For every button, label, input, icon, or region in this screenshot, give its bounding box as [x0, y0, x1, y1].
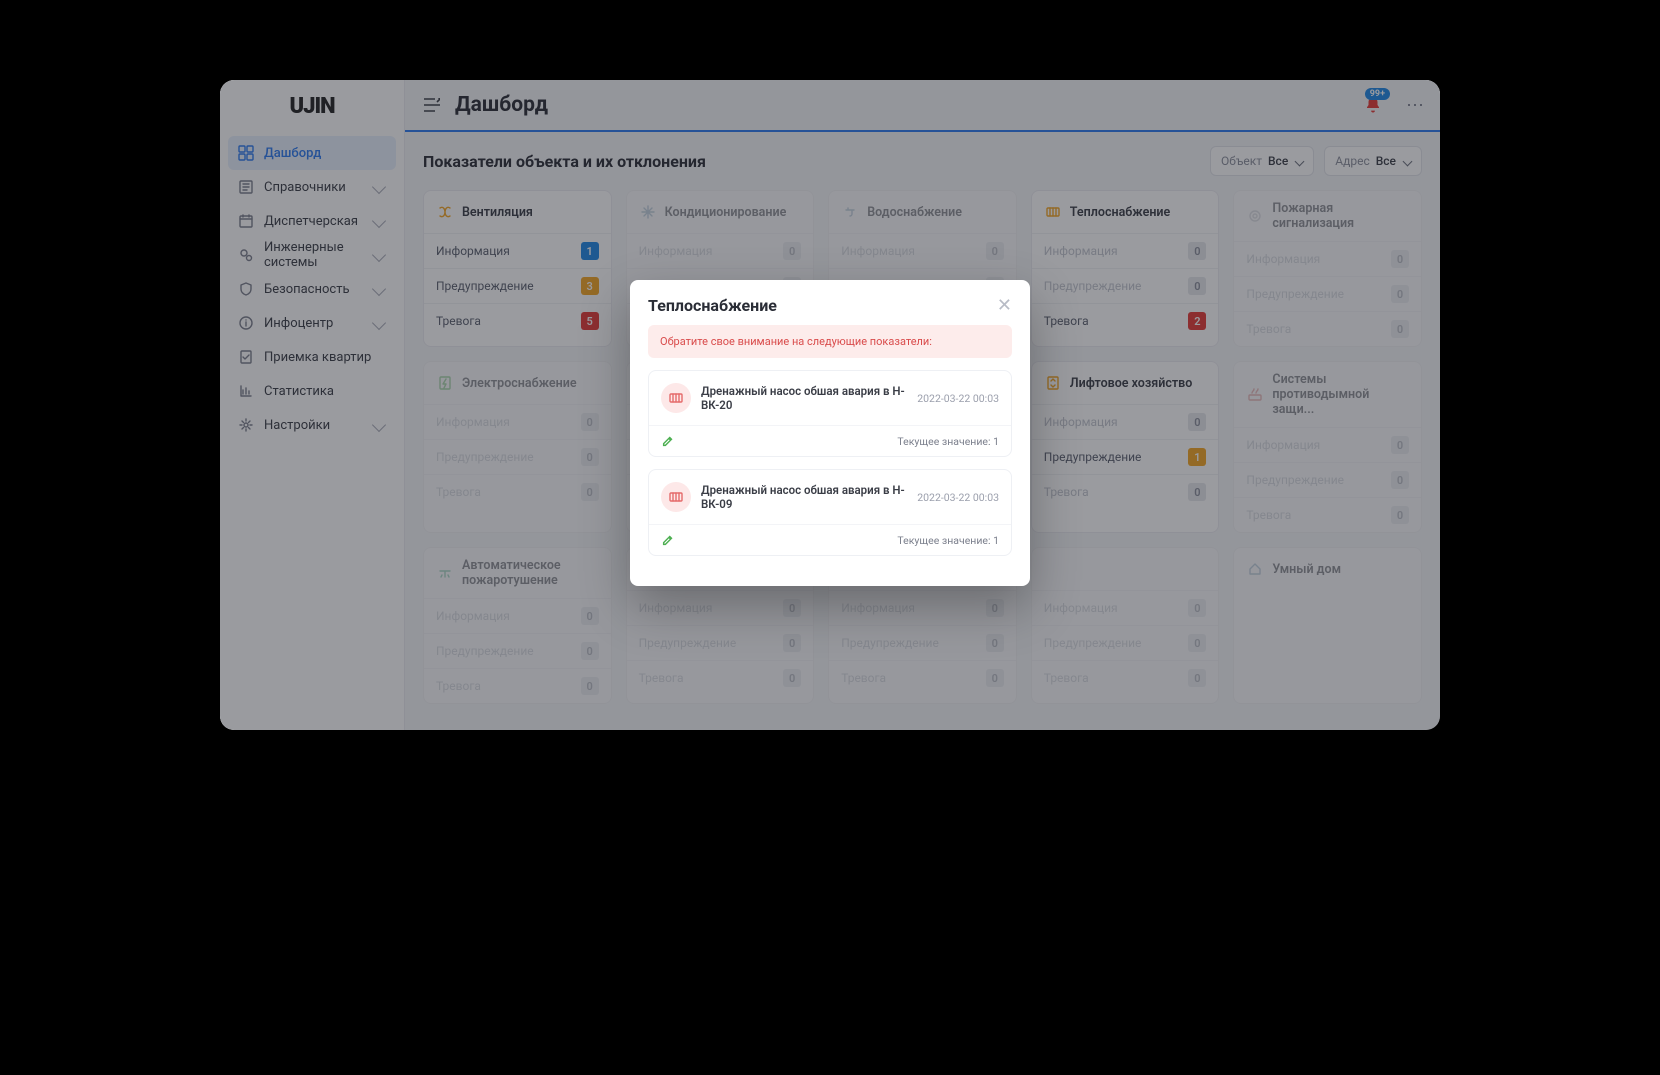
radiator-icon	[661, 383, 691, 413]
alert-current-value: Текущее значение: 1	[897, 435, 999, 448]
modal-alert-banner: Обратите свое внимание на следующие пока…	[648, 325, 1012, 358]
modal-close-button[interactable]: ✕	[997, 297, 1012, 315]
edit-icon[interactable]	[661, 533, 675, 547]
alert-text: Дренажный насос обшая авария в Н-ВК-20	[701, 384, 907, 412]
alert-card[interactable]: Дренажный насос обшая авария в Н-ВК-20 20…	[648, 370, 1012, 457]
radiator-icon	[661, 482, 691, 512]
alert-timestamp: 2022-03-22 00:03	[917, 392, 999, 405]
alert-text: Дренажный насос обшая авария в Н-ВК-09	[701, 483, 907, 511]
app-window: UJIN ДашбордСправочникиДиспетчерскаяИнже…	[220, 80, 1440, 730]
modal-title: Теплоснабжение	[648, 296, 777, 315]
alert-card[interactable]: Дренажный насос обшая авария в Н-ВК-09 20…	[648, 469, 1012, 556]
alert-timestamp: 2022-03-22 00:03	[917, 491, 999, 504]
alert-current-value: Текущее значение: 1	[897, 534, 999, 547]
modal-overlay[interactable]: Теплоснабжение ✕ Обратите свое внимание …	[220, 80, 1440, 730]
modal: Теплоснабжение ✕ Обратите свое внимание …	[630, 280, 1030, 586]
edit-icon[interactable]	[661, 434, 675, 448]
close-icon: ✕	[997, 295, 1012, 316]
